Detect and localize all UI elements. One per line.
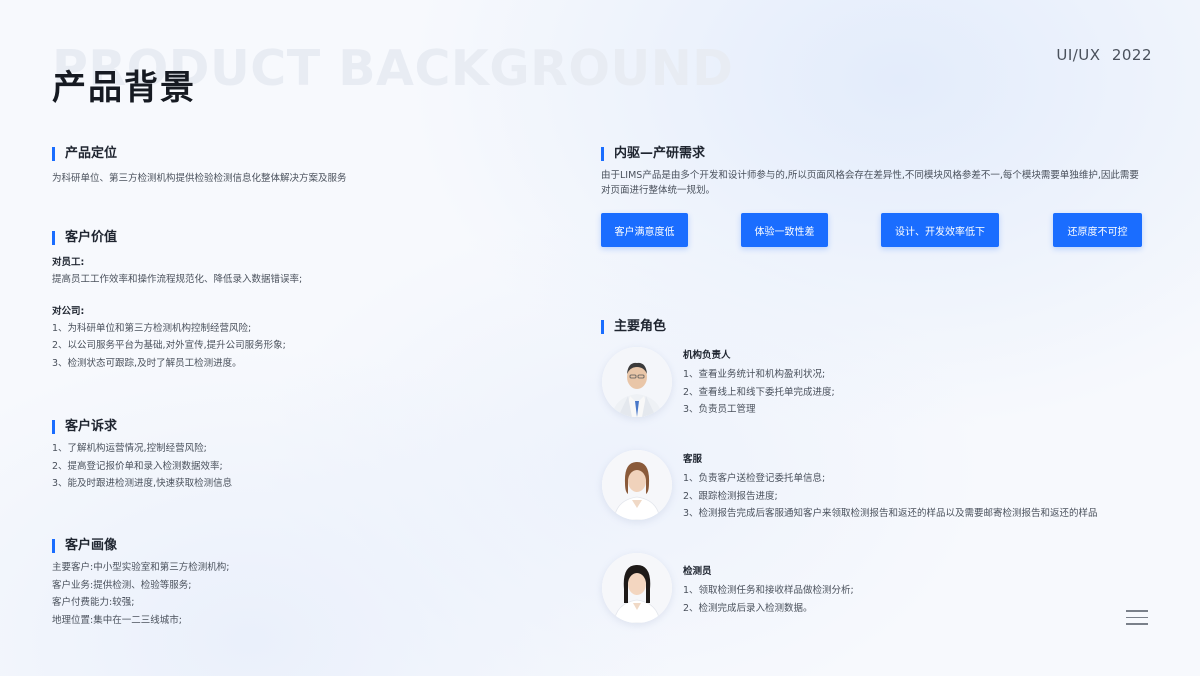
- company-list: 1、为科研单位和第三方检测机构控制经营风险; 2、以公司服务平台为基础,对外宣传…: [52, 320, 532, 373]
- role-name: 机构负责人: [683, 350, 731, 361]
- list-item: 2、检测完成后录入检测数据。: [683, 602, 813, 614]
- section-title-persona: 客户画像: [52, 539, 532, 553]
- section-positioning: 产品定位 为科研单位、第三方检测机构提供检验检测信息化整体解决方案及服务: [52, 147, 532, 188]
- section-title-value: 客户价值: [52, 231, 532, 245]
- list-item: 3、能及时跟进检测进度,快速获取检测信息: [52, 478, 233, 489]
- section-demands: 客户诉求 1、了解机构运营情况,控制经营风险; 2、提高登记报价单和录入检测数据…: [52, 420, 532, 493]
- list-item: 主要客户:中小型实验室和第三方检测机构;: [52, 562, 230, 573]
- list-item: 2、提高登记报价单和录入检测数据效率;: [52, 460, 223, 472]
- list-item: 客户业务:提供检测、检验等服务;: [52, 579, 192, 591]
- list-item: 3、检测报告完成后客服通知客户来领取检测报告和返还的样品以及需要邮寄检测报告和返…: [683, 508, 1098, 519]
- section-title-roles: 主要角色: [601, 320, 666, 334]
- list-item: 地理位置:集中在一二三线城市;: [52, 614, 182, 626]
- tag-button-fidelity[interactable]: 还原度不可控: [1053, 213, 1142, 247]
- person-avatar-icon: [602, 347, 672, 417]
- person-avatar-icon: [602, 450, 672, 520]
- section-title-positioning: 产品定位: [52, 147, 532, 161]
- list-item: 1、领取检测任务和接收样品做检测分析;: [683, 585, 854, 596]
- employee-label: 对员工:: [52, 257, 85, 268]
- page-title: 产品背景: [52, 68, 196, 108]
- menu-icon[interactable]: [1126, 610, 1148, 625]
- list-item: 3、检测状态可跟踪,及时了解员工检测进度。: [52, 357, 242, 369]
- tag-button-satisfaction[interactable]: 客户满意度低: [601, 213, 688, 247]
- drive-text: 由于LIMS产品是由多个开发和设计师参与的,所以页面风格会存在差异性,不同模块风…: [601, 170, 1139, 196]
- list-item: 3、负责员工管理: [683, 404, 756, 415]
- tag-button-efficiency[interactable]: 设计、开发效率低下: [881, 213, 999, 247]
- list-item: 客户付费能力:较强;: [52, 597, 135, 608]
- persona-list: 主要客户:中小型实验室和第三方检测机构; 客户业务:提供检测、检验等服务; 客户…: [52, 559, 532, 629]
- list-item: 2、查看线上和线下委托单完成进度;: [683, 386, 835, 398]
- role-card-service: 客服 1、负责客户送检登记委托单信息; 2、跟踪检测报告进度; 3、检测报告完成…: [683, 451, 1163, 523]
- role-duties: 1、负责客户送检登记委托单信息; 2、跟踪检测报告进度; 3、检测报告完成后客服…: [683, 470, 1163, 523]
- list-item: 1、查看业务统计和机构盈利状况;: [683, 369, 826, 380]
- list-item: 1、负责客户送检登记委托单信息;: [683, 473, 826, 484]
- section-value: 客户价值 对员工: 提高员工工作效率和操作流程规范化、降低录入数据错误率; 对公…: [52, 231, 532, 372]
- role-name: 检测员: [683, 566, 712, 577]
- list-item: 2、跟踪检测报告进度;: [683, 490, 778, 502]
- section-persona: 客户画像 主要客户:中小型实验室和第三方检测机构; 客户业务:提供检测、检验等服…: [52, 539, 532, 629]
- role-duties: 1、领取检测任务和接收样品做检测分析; 2、检测完成后录入检测数据。: [683, 582, 1153, 617]
- role-card-tester: 检测员 1、领取检测任务和接收样品做检测分析; 2、检测完成后录入检测数据。: [683, 563, 1153, 617]
- section-drive: 内驱—产研需求 由于LIMS产品是由多个开发和设计师参与的,所以页面风格会存在差…: [601, 147, 1146, 198]
- positioning-text: 为科研单位、第三方检测机构提供检验检测信息化整体解决方案及服务: [52, 173, 347, 184]
- year-tag: UI/UX 2022: [1056, 46, 1152, 64]
- section-title-demands: 客户诉求: [52, 420, 532, 434]
- company-label: 对公司:: [52, 305, 85, 317]
- tag-button-consistency[interactable]: 体验一致性差: [741, 213, 828, 247]
- list-item: 1、为科研单位和第三方检测机构控制经营风险;: [52, 322, 252, 334]
- section-title-drive: 内驱—产研需求: [601, 147, 1146, 161]
- list-item: 2、以公司服务平台为基础,对外宣传,提升公司服务形象;: [52, 340, 286, 351]
- role-card-director: 机构负责人 1、查看业务统计和机构盈利状况; 2、查看线上和线下委托单完成进度;…: [683, 347, 1153, 419]
- role-duties: 1、查看业务统计和机构盈利状况; 2、查看线上和线下委托单完成进度; 3、负责员…: [683, 366, 1153, 419]
- role-name: 客服: [683, 454, 703, 465]
- list-item: 1、了解机构运营情况,控制经营风险;: [52, 443, 207, 454]
- demands-list: 1、了解机构运营情况,控制经营风险; 2、提高登记报价单和录入检测数据效率; 3…: [52, 440, 532, 493]
- person-avatar-icon: [602, 553, 672, 623]
- employee-text: 提高员工工作效率和操作流程规范化、降低录入数据错误率;: [52, 274, 303, 285]
